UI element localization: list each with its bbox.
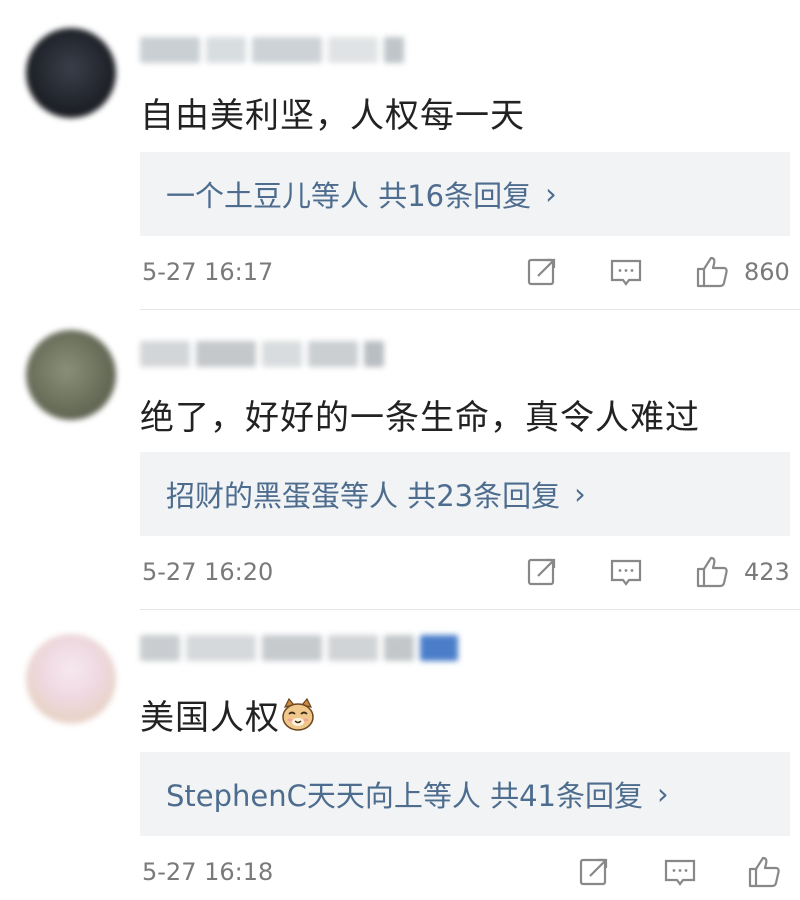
comment-text: 自由美利坚，人权每一天 [140,96,525,136]
chevron-right-icon: › [657,777,669,811]
avatar[interactable] [26,28,116,118]
chevron-right-icon: › [574,477,586,511]
reply-summary-text: 招财的黑蛋蛋等人 共23条回复 [166,479,561,513]
comment-item-3: 美国人权 StephenC天天向上等人 共41条回复 › 5-27 16:18 [0,610,800,900]
share-icon[interactable] [524,554,560,590]
comment-footer: 5-27 16:17 860 [140,254,800,294]
reply-summary[interactable]: 一个土豆儿等人 共16条回复 › [140,152,790,236]
comment-icon[interactable] [608,254,644,290]
reply-summary-text: StephenC天天向上等人 共41条回复 [166,779,643,813]
comment-text-content: 美国人权 [140,698,280,738]
avatar[interactable] [26,330,116,420]
cat-face-emoji-icon [280,697,316,742]
thumbs-up-icon[interactable] [746,854,782,890]
timestamp: 5-27 16:20 [142,558,274,586]
vip-badge [420,635,458,661]
chevron-right-icon: › [545,177,557,211]
reply-summary[interactable]: StephenC天天向上等人 共41条回复 › [140,752,790,836]
comment-text: 美国人权 [140,690,316,742]
comment-text: 绝了，好好的一条生命，真令人难过 [140,398,700,438]
username-blurred[interactable] [140,32,404,68]
comment-footer: 5-27 16:18 [140,854,800,894]
like-count: 860 [744,258,790,286]
thumbs-up-icon[interactable] [694,554,730,590]
username-blurred[interactable] [140,336,384,372]
timestamp: 5-27 16:18 [142,858,274,886]
comment-item-1: 自由美利坚，人权每一天 一个土豆儿等人 共16条回复 › 5-27 16:17 … [0,0,800,310]
timestamp: 5-27 16:17 [142,258,274,286]
avatar[interactable] [26,634,116,724]
username-blurred[interactable] [140,630,458,666]
reply-summary[interactable]: 招财的黑蛋蛋等人 共23条回复 › [140,452,790,536]
comment-icon[interactable] [662,854,698,890]
thumbs-up-icon[interactable] [694,254,730,290]
comment-item-2: 绝了，好好的一条生命，真令人难过 招财的黑蛋蛋等人 共23条回复 › 5-27 … [0,310,800,610]
reply-summary-text: 一个土豆儿等人 共16条回复 [166,179,532,213]
comment-icon[interactable] [608,554,644,590]
share-icon[interactable] [576,854,612,890]
share-icon[interactable] [524,254,560,290]
comment-footer: 5-27 16:20 423 [140,554,800,594]
like-count: 423 [744,558,790,586]
